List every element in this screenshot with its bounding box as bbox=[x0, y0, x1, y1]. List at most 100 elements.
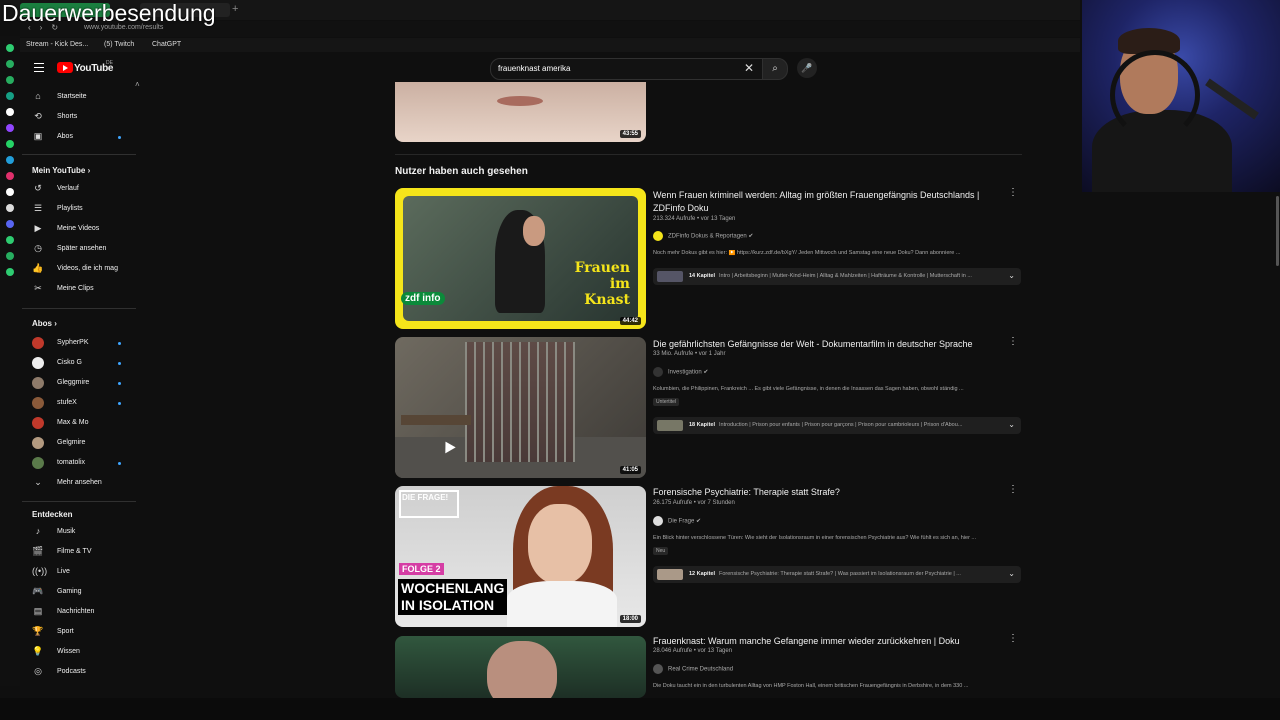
chapter-list: Intro | Arbeitsbeginn | Mutter-Kind-Heim… bbox=[719, 273, 972, 279]
chevron-down-icon[interactable]: ⌄ bbox=[1008, 271, 1015, 280]
sidebar-item-label: tomatolix bbox=[57, 459, 86, 466]
app-icon[interactable] bbox=[6, 268, 14, 276]
app-icon[interactable] bbox=[6, 92, 14, 100]
app-icon[interactable] bbox=[6, 140, 14, 148]
channel-link[interactable]: Real Crime Deutschland bbox=[653, 664, 733, 674]
sidebar-heading[interactable]: Entdecken bbox=[32, 510, 72, 519]
more-options-icon[interactable]: ⋮ bbox=[1008, 633, 1018, 644]
channel-avatar bbox=[32, 377, 44, 389]
sidebar-heading[interactable]: Abos › bbox=[32, 319, 57, 328]
video-thumbnail[interactable]: 41:05 bbox=[395, 337, 646, 478]
chapters-bar[interactable]: 18 Kapitel Introduction | Prison pour en… bbox=[653, 417, 1021, 434]
more-options-icon[interactable]: ⋮ bbox=[1008, 336, 1018, 347]
sidebar-heading[interactable]: Mein YouTube › bbox=[32, 166, 90, 175]
new-badge: Neu bbox=[653, 547, 669, 555]
youtube-logo-icon[interactable] bbox=[57, 62, 73, 73]
app-icon[interactable] bbox=[6, 60, 14, 68]
sidebar-item-label: Verlauf bbox=[57, 185, 79, 192]
app-icon[interactable] bbox=[6, 236, 14, 244]
sidebar-item-label: stufeX bbox=[57, 399, 77, 406]
video-thumbnail[interactable]: DIE FRAGE! FOLGE 2 WOCHENLANG IN ISOLATIO… bbox=[395, 486, 646, 627]
bookmark[interactable]: (5) Twitch bbox=[104, 41, 134, 48]
app-icon[interactable] bbox=[6, 108, 14, 116]
app-icon[interactable] bbox=[6, 188, 14, 196]
voice-search-button[interactable]: 🎤 bbox=[797, 58, 817, 78]
sidebar-item-label: Cisko G bbox=[57, 359, 82, 366]
search-button[interactable]: ⌕ bbox=[762, 58, 788, 80]
app-icon[interactable] bbox=[6, 220, 14, 228]
channel-name[interactable]: Real Crime Deutschland bbox=[668, 667, 733, 673]
sidebar-item-label: Filme & TV bbox=[57, 548, 92, 555]
channel-name[interactable]: Die Frage bbox=[668, 519, 694, 525]
app-icon[interactable] bbox=[6, 204, 14, 212]
video-title[interactable]: Die gefährlichsten Gefängnisse der Welt … bbox=[653, 338, 993, 351]
app-icon[interactable] bbox=[6, 44, 14, 52]
sidebar-icon: ▣ bbox=[33, 131, 43, 141]
channel-name[interactable]: Investigation bbox=[668, 370, 702, 376]
verified-icon: ✔ bbox=[703, 369, 709, 376]
video-meta: 33 Mio. Aufrufe • vor 1 Jahr bbox=[653, 351, 726, 357]
sidebar-icon: ◷ bbox=[34, 243, 42, 253]
sidebar-item-label: Podcasts bbox=[57, 668, 86, 675]
search-input[interactable]: frauenknast amerika bbox=[498, 64, 570, 73]
sidebar-heading-text: Entdecken bbox=[32, 510, 73, 519]
sidebar-icon: 🎮 bbox=[32, 586, 44, 596]
headset-icon bbox=[1110, 50, 1200, 140]
chapter-list: Introduction | Prison pour enfants | Pri… bbox=[719, 422, 963, 428]
video-thumbnail[interactable]: Frauen im Knast zdf info 44:42 bbox=[395, 188, 646, 329]
sidebar-heading-text: Abos bbox=[32, 319, 52, 328]
new-tab-icon[interactable]: + bbox=[232, 3, 238, 15]
video-duration: 41:05 bbox=[619, 466, 641, 474]
sidebar-icon: ✂ bbox=[34, 283, 42, 293]
bookmark[interactable]: ChatGPT bbox=[152, 41, 181, 48]
app-icon[interactable] bbox=[6, 76, 14, 84]
video-title[interactable]: Forensische Psychiatrie: Therapie statt … bbox=[653, 486, 993, 499]
channel-link[interactable]: Investigation ✔ bbox=[653, 367, 708, 377]
channel-link[interactable]: Die Frage ✔ bbox=[653, 516, 701, 526]
thumbnail-bench bbox=[401, 415, 471, 425]
app-icon[interactable] bbox=[6, 252, 14, 260]
thumbnail-episode: FOLGE 2 bbox=[399, 563, 444, 575]
sidebar-item-label: Meine Videos bbox=[57, 225, 100, 232]
channel-avatar bbox=[32, 397, 44, 409]
chevron-down-icon[interactable]: ⌄ bbox=[1008, 569, 1015, 578]
channel-avatar bbox=[653, 231, 663, 241]
sidebar-icon: ▤ bbox=[33, 606, 43, 616]
channel-name[interactable]: ZDFinfo Dokus & Reportagen bbox=[668, 234, 747, 240]
sidebar-item-label: Videos, die ich mag bbox=[57, 265, 118, 272]
app-icon[interactable] bbox=[6, 172, 14, 180]
video-thumbnail[interactable] bbox=[395, 636, 646, 698]
chapter-thumbnail bbox=[657, 420, 683, 431]
new-content-dot bbox=[118, 382, 121, 385]
new-content-dot bbox=[118, 402, 121, 405]
sidebar-icon: ((•)) bbox=[32, 566, 48, 576]
video-thumbnail[interactable]: 43:55 bbox=[395, 82, 646, 142]
video-title[interactable]: Wenn Frauen kriminell werden: Alltag im … bbox=[653, 189, 993, 215]
app-icon[interactable] bbox=[6, 124, 14, 132]
bookmark[interactable]: Stream - Kick Des... bbox=[26, 41, 88, 48]
new-content-dot bbox=[118, 362, 121, 365]
chapter-count: 12 Kapitel bbox=[689, 571, 715, 577]
scroll-up-icon[interactable]: ˄ bbox=[135, 80, 140, 89]
sidebar-icon: ▶ bbox=[34, 223, 42, 233]
scrollbar[interactable] bbox=[1276, 196, 1279, 266]
channel-avatar bbox=[32, 337, 44, 349]
sidebar-item-label: Playlists bbox=[57, 205, 83, 212]
app-icon[interactable] bbox=[6, 156, 14, 164]
channel-avatar bbox=[653, 367, 663, 377]
clear-search-icon[interactable]: ✕ bbox=[744, 61, 754, 75]
thumbnail-headline-line: WOCHENLANG bbox=[401, 580, 505, 596]
chapters-bar[interactable]: 12 Kapitel Forensische Psychiatrie: Ther… bbox=[653, 566, 1021, 583]
video-title[interactable]: Frauenknast: Warum manche Gefangene imme… bbox=[653, 635, 993, 648]
more-options-icon[interactable]: ⋮ bbox=[1008, 484, 1018, 495]
chevron-right-icon: › bbox=[85, 166, 91, 175]
menu-icon[interactable] bbox=[34, 63, 44, 75]
video-description: Ein Blick hinter verschlossene Türen: Wi… bbox=[653, 535, 977, 541]
chapters-bar[interactable]: 14 Kapitel Intro | Arbeitsbeginn | Mutte… bbox=[653, 268, 1021, 285]
thumbnail-headline-line: IN ISOLATION bbox=[401, 597, 495, 613]
sidebar-item-label: Shorts bbox=[57, 113, 78, 120]
channel-link[interactable]: ZDFinfo Dokus & Reportagen ✔ bbox=[653, 231, 753, 241]
sidebar-icon: ↺ bbox=[34, 183, 42, 193]
more-options-icon[interactable]: ⋮ bbox=[1008, 187, 1018, 198]
chevron-down-icon[interactable]: ⌄ bbox=[1008, 420, 1015, 429]
